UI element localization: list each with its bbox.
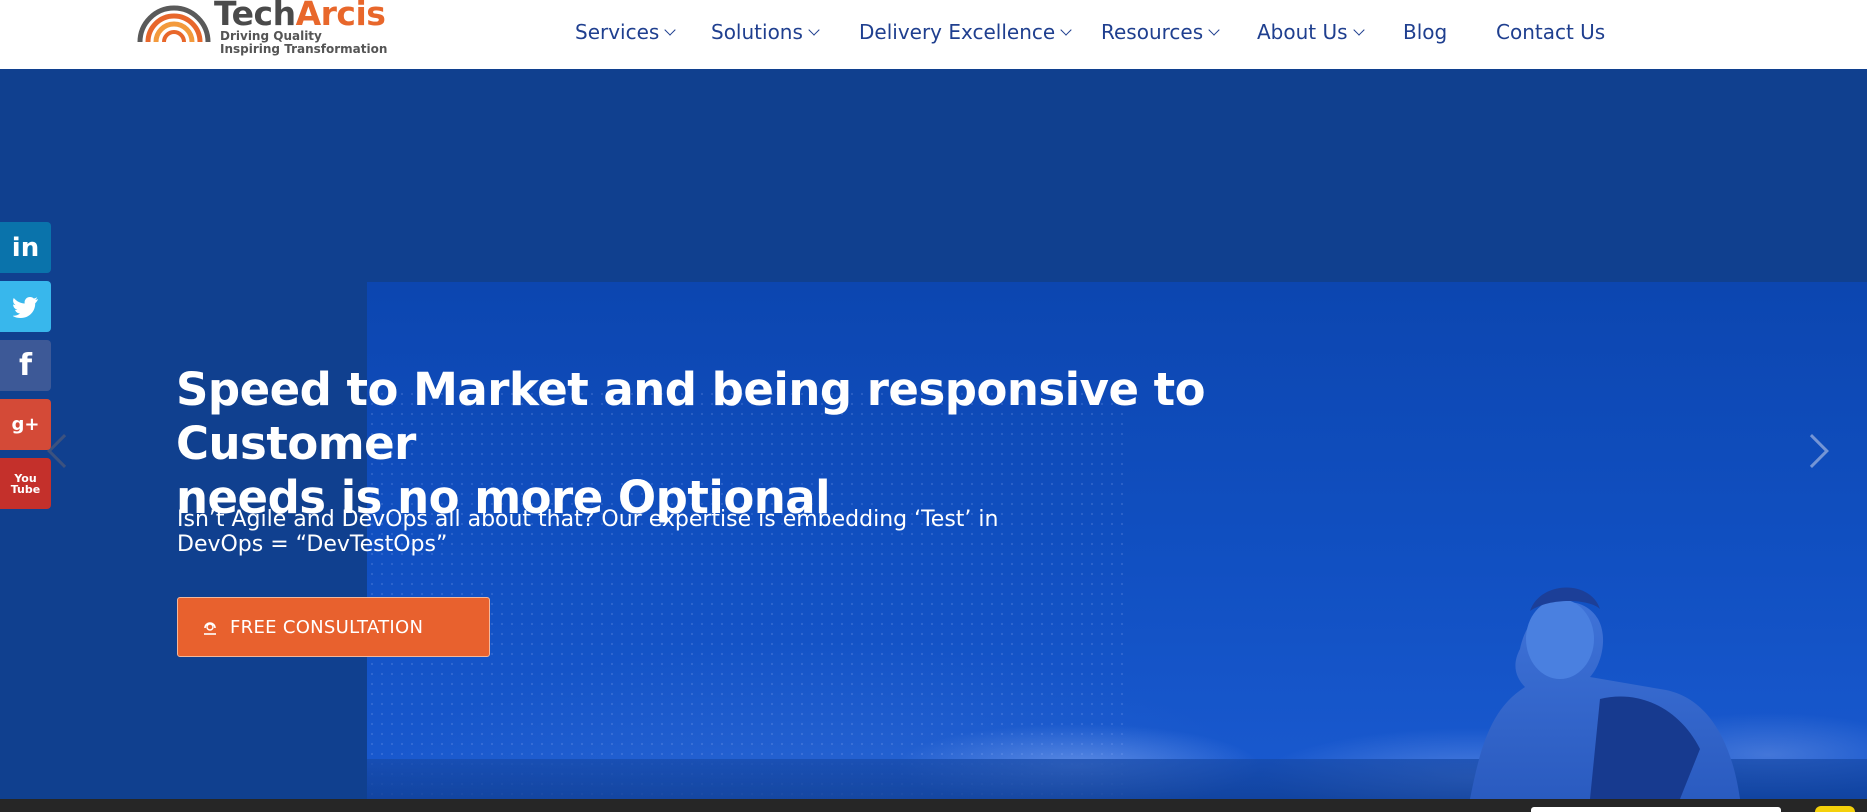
social-sidebar: in f g+ You Tube — [0, 222, 51, 517]
youtube-icon[interactable]: You Tube — [0, 458, 51, 509]
nav-item-label: Contact Us — [1496, 20, 1606, 44]
nav-item-label: Blog — [1403, 20, 1448, 44]
runner-image — [1470, 587, 1740, 799]
facebook-icon[interactable]: f — [0, 340, 51, 391]
nav-item-delivery-excellence[interactable]: Delivery Excellence — [859, 20, 1072, 44]
site-header: TechArcis Driving Quality Inspiring Tran… — [0, 0, 1867, 69]
nav-item-label: Delivery Excellence — [859, 20, 1056, 44]
logo-arc-icon — [137, 5, 211, 43]
chevron-down-icon — [1352, 23, 1365, 36]
hero-subheading-line2: DevOps = “DevTestOps” — [177, 532, 448, 557]
nav-item-solutions[interactable]: Solutions — [711, 20, 820, 44]
hero-headline-line1: Speed to Market and being responsive to … — [176, 363, 1206, 470]
chevron-down-icon — [1208, 23, 1220, 36]
free-consultation-label: FREE CONSULTATION — [230, 616, 424, 638]
hero-subheading-line1: Isn’t Agile and DevOps all about that? O… — [177, 507, 999, 532]
nav-item-label: Solutions — [711, 20, 803, 44]
google-plus-glyph: g+ — [11, 414, 40, 435]
twitter-bird-glyph — [12, 296, 38, 318]
hero-subheading: Isn’t Agile and DevOps all about that? O… — [177, 507, 1077, 557]
nav-item-resources[interactable]: Resources — [1101, 20, 1220, 44]
linkedin-icon[interactable]: in — [0, 222, 51, 273]
nav-item-label: About Us — [1257, 20, 1348, 44]
chat-bubble-icon[interactable] — [1815, 806, 1855, 812]
nav-item-contact-us[interactable]: Contact Us — [1496, 20, 1605, 44]
facebook-glyph: f — [18, 348, 33, 383]
linkedin-glyph: in — [11, 232, 40, 263]
youtube-glyph-line1: You — [14, 471, 37, 485]
techarcis-logo[interactable]: TechArcis Driving Quality Inspiring Tran… — [134, 0, 394, 60]
youtube-glyph-line2: Tube — [10, 482, 41, 496]
chat-widget-tab[interactable] — [1531, 807, 1781, 812]
carousel-prev-arrow-icon[interactable] — [47, 434, 81, 468]
chevron-down-icon — [664, 23, 677, 36]
chevron-down-icon — [808, 23, 820, 36]
hero-carousel: Speed to Market and being responsive to … — [0, 69, 1867, 799]
youtube-glyph: You Tube — [11, 473, 40, 495]
hero-headline: Speed to Market and being responsive to … — [176, 363, 1376, 525]
logo-tagline: Driving Quality Inspiring Transformation — [220, 30, 387, 56]
nav-item-about-us[interactable]: About Us — [1257, 20, 1365, 44]
google-plus-icon[interactable]: g+ — [0, 399, 51, 450]
free-consultation-button[interactable]: FREE CONSULTATION — [177, 597, 490, 657]
logo-tagline-line2: Inspiring Transformation — [220, 42, 388, 56]
nav-item-blog[interactable]: Blog — [1403, 20, 1447, 44]
chevron-down-icon — [1060, 23, 1072, 36]
twitter-icon[interactable] — [0, 281, 51, 332]
headset-icon — [204, 622, 216, 635]
nav-item-services[interactable]: Services — [575, 20, 677, 44]
nav-item-label: Services — [575, 20, 660, 44]
nav-item-label: Resources — [1101, 20, 1204, 44]
